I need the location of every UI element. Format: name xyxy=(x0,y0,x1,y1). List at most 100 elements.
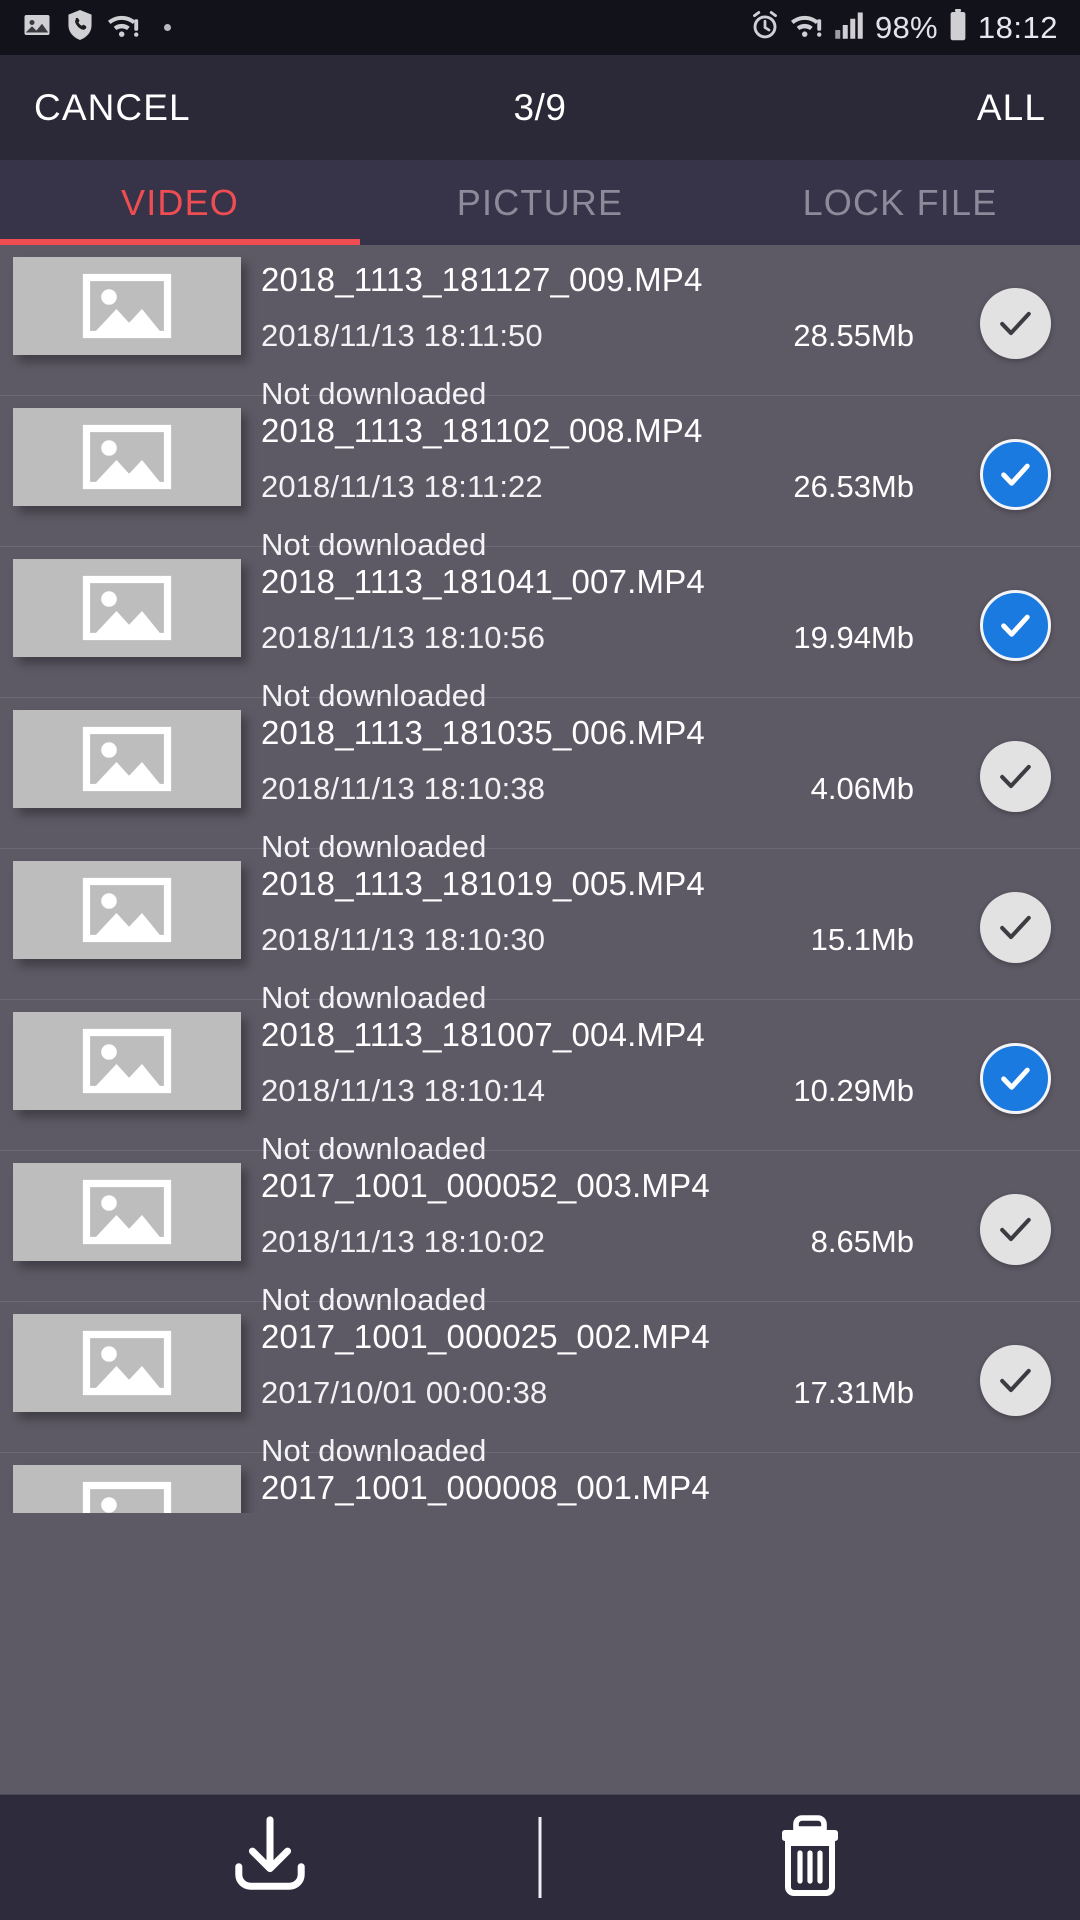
file-thumbnail-wrapper xyxy=(0,555,241,657)
check-icon xyxy=(993,754,1037,798)
file-size: 8.65Mb xyxy=(810,1224,914,1259)
checkbox-unchecked[interactable] xyxy=(979,1344,1051,1416)
file-info: 2018_1113_181035_006.MP4 2018/11/13 18:1… xyxy=(241,706,950,865)
file-list[interactable]: 2018_1113_181127_009.MP4 2018/11/13 18:1… xyxy=(0,245,1080,1794)
signal-bars-icon xyxy=(834,11,864,44)
file-size: 4.06Mb xyxy=(810,771,914,806)
file-size: 15.1Mb xyxy=(810,922,914,957)
image-icon xyxy=(22,10,52,45)
file-info: 2018_1113_181019_005.MP4 2018/11/13 18:1… xyxy=(241,857,950,1016)
file-thumbnail-wrapper xyxy=(0,404,241,506)
file-row[interactable]: 2018_1113_181041_007.MP4 2018/11/13 18:1… xyxy=(0,547,1080,713)
checkbox-unchecked[interactable] xyxy=(979,891,1051,963)
file-thumbnail xyxy=(13,408,241,506)
file-size: 17.31Mb xyxy=(793,1375,914,1410)
battery-percent-label: 98% xyxy=(874,9,938,45)
trash-icon xyxy=(775,1813,845,1902)
file-date: 2017/10/01 00:00:38 xyxy=(261,1375,548,1410)
status-bar: 98% 18:12 xyxy=(0,0,1080,55)
image-placeholder-icon xyxy=(73,1327,181,1399)
file-thumbnail xyxy=(13,257,241,355)
file-name: 2018_1113_181127_009.MP4 xyxy=(261,261,703,298)
file-name: 2017_1001_000025_002.MP4 xyxy=(261,1318,710,1355)
download-button[interactable] xyxy=(0,1795,540,1920)
tab-lock-file[interactable]: LOCK FILE xyxy=(720,160,1080,245)
image-placeholder-icon xyxy=(73,1478,181,1513)
file-select-wrapper[interactable] xyxy=(950,1159,1080,1299)
file-date: 2018/11/13 18:10:56 xyxy=(261,620,546,655)
clock-label: 18:12 xyxy=(977,9,1058,45)
file-row[interactable]: 2018_1113_181019_005.MP4 2018/11/13 18:1… xyxy=(0,849,1080,1015)
file-thumbnail xyxy=(13,1163,241,1261)
file-row[interactable]: 2018_1113_181102_008.MP4 2018/11/13 18:1… xyxy=(0,396,1080,562)
file-row[interactable]: 2017_1001_000052_003.MP4 2018/11/13 18:1… xyxy=(0,1151,1080,1317)
file-select-wrapper[interactable] xyxy=(950,404,1080,544)
select-all-button[interactable]: ALL xyxy=(977,87,1046,129)
file-select-wrapper[interactable] xyxy=(950,1310,1080,1450)
check-icon xyxy=(993,1207,1037,1251)
checkbox-unchecked[interactable] xyxy=(979,1193,1051,1265)
file-row[interactable]: 2018_1113_181007_004.MP4 2018/11/13 18:1… xyxy=(0,1000,1080,1166)
file-thumbnail xyxy=(13,861,241,959)
file-date: 2018/11/13 18:10:14 xyxy=(261,1073,546,1108)
delete-button[interactable] xyxy=(540,1795,1080,1920)
file-thumbnail-wrapper xyxy=(0,1008,241,1110)
file-select-wrapper[interactable] xyxy=(950,253,1080,393)
file-info: 2018_1113_181127_009.MP4 2018/11/13 18:1… xyxy=(241,253,950,412)
file-info: 2017_1001_000008_001.MP4 xyxy=(241,1461,950,1513)
file-row[interactable]: 2018_1113_181035_006.MP4 2018/11/13 18:1… xyxy=(0,698,1080,864)
tab-picture[interactable]: PICTURE xyxy=(360,160,720,245)
file-select-wrapper[interactable] xyxy=(950,1008,1080,1148)
file-name: 2017_1001_000008_001.MP4 xyxy=(261,1469,710,1506)
file-thumbnail-wrapper xyxy=(0,1461,241,1513)
file-select-wrapper[interactable] xyxy=(950,706,1080,846)
checkbox-checked[interactable] xyxy=(979,589,1051,661)
bottom-bar-divider xyxy=(538,1817,542,1898)
checkbox-checked[interactable] xyxy=(979,438,1051,510)
file-meta: 2018/11/13 18:10:14 10.29Mb xyxy=(261,1073,942,1109)
action-bar: CANCEL 3/9 ALL xyxy=(0,55,1080,160)
alarm-icon xyxy=(750,10,780,45)
file-name: 2018_1113_181102_008.MP4 xyxy=(261,412,703,449)
checkbox-unchecked[interactable] xyxy=(979,287,1051,359)
file-thumbnail xyxy=(13,1465,241,1513)
file-size: 26.53Mb xyxy=(793,469,914,504)
check-icon xyxy=(993,905,1037,949)
file-meta: 2018/11/13 18:10:30 15.1Mb xyxy=(261,922,942,958)
file-info: 2018_1113_181102_008.MP4 2018/11/13 18:1… xyxy=(241,404,950,563)
tab-video[interactable]: VIDEO xyxy=(0,160,360,245)
check-icon xyxy=(993,301,1037,345)
checkbox-unchecked[interactable] xyxy=(979,740,1051,812)
file-size: 10.29Mb xyxy=(793,1073,914,1108)
file-thumbnail xyxy=(13,1314,241,1412)
file-row[interactable]: 2018_1113_181127_009.MP4 2018/11/13 18:1… xyxy=(0,245,1080,411)
check-icon xyxy=(994,1057,1036,1099)
wifi-alert-icon xyxy=(108,11,140,44)
file-thumbnail-wrapper xyxy=(0,253,241,355)
check-icon xyxy=(994,453,1036,495)
file-thumbnail xyxy=(13,1012,241,1110)
file-date: 2018/11/13 18:11:50 xyxy=(261,318,543,353)
file-thumbnail-wrapper xyxy=(0,1310,241,1412)
file-date: 2018/11/13 18:10:38 xyxy=(261,771,546,806)
file-thumbnail-wrapper xyxy=(0,857,241,959)
file-meta: 2018/11/13 18:11:22 26.53Mb xyxy=(261,469,942,505)
file-info: 2018_1113_181007_004.MP4 2018/11/13 18:1… xyxy=(241,1008,950,1167)
file-thumbnail-wrapper xyxy=(0,706,241,808)
file-select-wrapper[interactable] xyxy=(950,857,1080,997)
file-row[interactable]: 2017_1001_000008_001.MP4 xyxy=(0,1453,1080,1513)
image-placeholder-icon xyxy=(73,723,181,795)
file-name: 2018_1113_181041_007.MP4 xyxy=(261,563,705,600)
file-info: 2018_1113_181041_007.MP4 2018/11/13 18:1… xyxy=(241,555,950,714)
checkbox-checked[interactable] xyxy=(979,1042,1051,1114)
wifi-alert-icon xyxy=(790,11,823,44)
file-select-wrapper[interactable] xyxy=(950,555,1080,695)
file-meta: 2017/10/01 00:00:38 17.31Mb xyxy=(261,1375,942,1411)
image-placeholder-icon xyxy=(73,421,181,493)
file-name: 2018_1113_181007_004.MP4 xyxy=(261,1016,705,1053)
file-date: 2018/11/13 18:11:22 xyxy=(261,469,543,504)
file-meta: 2018/11/13 18:10:56 19.94Mb xyxy=(261,620,942,656)
check-icon xyxy=(994,604,1036,646)
file-row[interactable]: 2017_1001_000025_002.MP4 2017/10/01 00:0… xyxy=(0,1302,1080,1468)
cancel-button[interactable]: CANCEL xyxy=(34,87,191,129)
